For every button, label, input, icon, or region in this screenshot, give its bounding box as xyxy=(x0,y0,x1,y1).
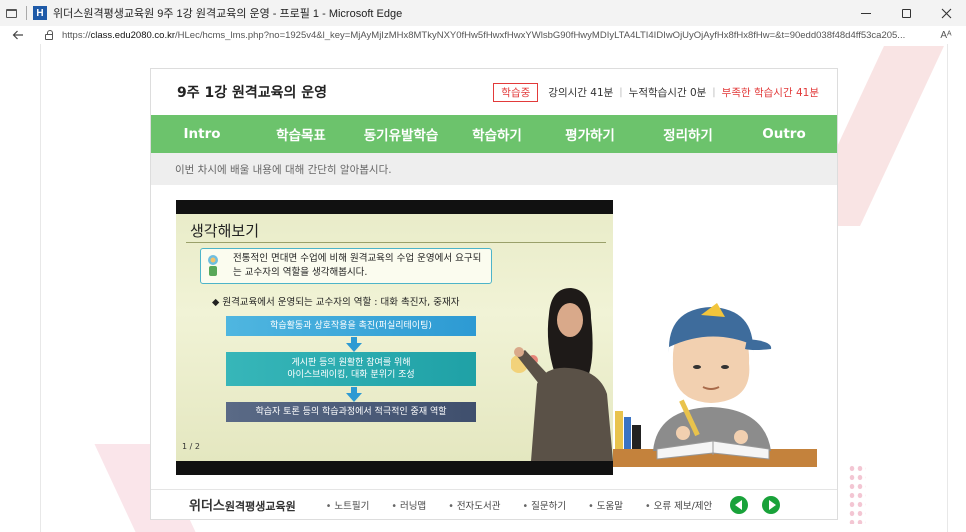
lesson-player-card: 9주 1강 원격교육의 운영 학습중 강의시간 41분 | 누적학습시간 0분 … xyxy=(150,68,838,520)
presenter-figure xyxy=(511,288,613,461)
tab-actions-icon[interactable] xyxy=(0,0,22,26)
divider xyxy=(186,242,606,243)
lecture-slide: 생각해보기 전통적인 면대면 수업에 비해 원격교육의 수업 운영에서 요구되는… xyxy=(176,214,613,461)
divider xyxy=(26,6,27,20)
decorative-dots xyxy=(848,464,866,524)
slide-role-bar: 학습자 토론 등의 학습과정에서 적극적인 중재 역할 xyxy=(226,402,476,422)
lesson-footer: 위더스원격평생교육원 노트필기 러닝맵 전자도서관 질문하기 도움말 오류 제보… xyxy=(151,489,837,519)
slide-title: 생각해보기 xyxy=(190,222,260,240)
slide-role-text: 아이스브레이킹, 대화 분위기 조성 xyxy=(287,370,415,380)
slide-role-text: 게시판 등의 원활한 참여를 위해 xyxy=(291,358,411,368)
url-path: /HLec/hcms_lms.php?no=1925v4&l_key=MjAyM… xyxy=(175,29,906,41)
url-field[interactable]: https://class.edu2080.co.kr/HLec/hcms_lm… xyxy=(62,30,934,41)
tab-summary[interactable]: 정리하기 xyxy=(639,124,737,144)
read-aloud-button[interactable]: Aᴬ xyxy=(934,30,958,41)
learning-map-link[interactable]: 러닝맵 xyxy=(391,498,426,512)
slide-role-bar: 게시판 등의 원활한 참여를 위해아이스브레이킹, 대화 분위기 조성 xyxy=(226,352,476,386)
ask-question-link[interactable]: 질문하기 xyxy=(523,498,566,512)
close-icon xyxy=(941,8,951,18)
lecture-time: 강의시간 41분 xyxy=(548,86,614,99)
divider: | xyxy=(619,86,623,98)
lock-icon[interactable] xyxy=(36,29,62,41)
lesson-nav: Intro 학습목표 동기유발학습 학습하기 평가하기 정리하기 Outro xyxy=(151,115,837,153)
slide-page-number: 1 / 2 xyxy=(182,442,200,451)
previous-page-button[interactable] xyxy=(730,495,749,514)
tab-learning-goals[interactable]: 학습목표 xyxy=(253,124,349,144)
tab-intro[interactable]: Intro xyxy=(151,126,253,142)
back-arrow-icon xyxy=(12,30,23,40)
section-description: 이번 차시에 배울 내용에 대해 간단히 알아봅시다. xyxy=(151,153,837,185)
tab-outro[interactable]: Outro xyxy=(737,126,831,142)
maximize-icon xyxy=(901,8,911,18)
address-bar: https://class.edu2080.co.kr/HLec/hcms_lm… xyxy=(0,26,966,44)
brand-subtitle: 원격평생교육원 xyxy=(224,500,296,513)
site-favicon-icon: H xyxy=(33,6,47,20)
maximize-button[interactable] xyxy=(886,0,926,26)
lesson-title: 9주 1강 원격교육의 운영 xyxy=(177,85,328,101)
close-button[interactable] xyxy=(926,0,966,26)
cumulative-time: 누적학습시간 0분 xyxy=(628,86,707,99)
report-error-link[interactable]: 오류 제보/제안 xyxy=(645,498,713,512)
tab-motivation[interactable]: 동기유발학습 xyxy=(349,124,453,144)
help-link[interactable]: 도움말 xyxy=(588,498,623,512)
tab-evaluate[interactable]: 평가하기 xyxy=(541,124,639,144)
e-library-link[interactable]: 전자도서관 xyxy=(448,498,501,512)
thinking-person-icon xyxy=(208,255,218,276)
window-title-bar: H 위더스원격평생교육원 9주 1강 원격교육의 운영 - 프로필 1 - Mi… xyxy=(0,0,966,26)
slide-question-text: 전통적인 면대면 수업에 비해 원격교육의 수업 운영에서 요구되는 교수자의 … xyxy=(233,253,482,278)
chevron-right-icon xyxy=(768,499,776,510)
minimize-button[interactable] xyxy=(846,0,886,26)
video-player[interactable]: 생각해보기 전통적인 면대면 수업에 비해 원격교육의 수업 운영에서 요구되는… xyxy=(176,200,613,475)
slide-bullet: ◆ 원격교육에서 운영되는 교수자의 역할 : 대화 촉진자, 중재자 xyxy=(212,297,460,308)
brand-logo: 위더스원격평생교육원 xyxy=(189,495,296,514)
tab-learn[interactable]: 학습하기 xyxy=(453,124,541,144)
slide-role-bar: 학습활동과 상호작용을 촉진(퍼실리테이팅) xyxy=(226,316,476,336)
notes-link[interactable]: 노트필기 xyxy=(326,498,369,512)
back-button[interactable] xyxy=(0,26,36,44)
minimize-icon xyxy=(861,12,871,14)
divider: | xyxy=(712,86,716,98)
lesson-header: 9주 1강 원격교육의 운영 학습중 강의시간 41분 | 누적학습시간 0분 … xyxy=(151,69,837,115)
chevron-left-icon xyxy=(734,499,742,510)
status-badge: 학습중 xyxy=(493,82,539,102)
slide-question-box: 전통적인 면대면 수업에 비해 원격교육의 수업 운영에서 요구되는 교수자의 … xyxy=(200,248,492,284)
url-prefix: https:// xyxy=(62,29,91,41)
next-page-button[interactable] xyxy=(762,495,781,514)
url-domain: class.edu2080.co.kr xyxy=(90,29,176,41)
student-illustration xyxy=(613,303,817,467)
brand-name: 위더스 xyxy=(189,499,225,514)
down-arrow-icon xyxy=(346,393,362,402)
down-arrow-icon xyxy=(346,343,362,352)
missing-time: 부족한 학습시간 41분 xyxy=(721,86,819,99)
window-title: 위더스원격평생교육원 9주 1강 원격교육의 운영 - 프로필 1 - Micr… xyxy=(53,8,403,20)
